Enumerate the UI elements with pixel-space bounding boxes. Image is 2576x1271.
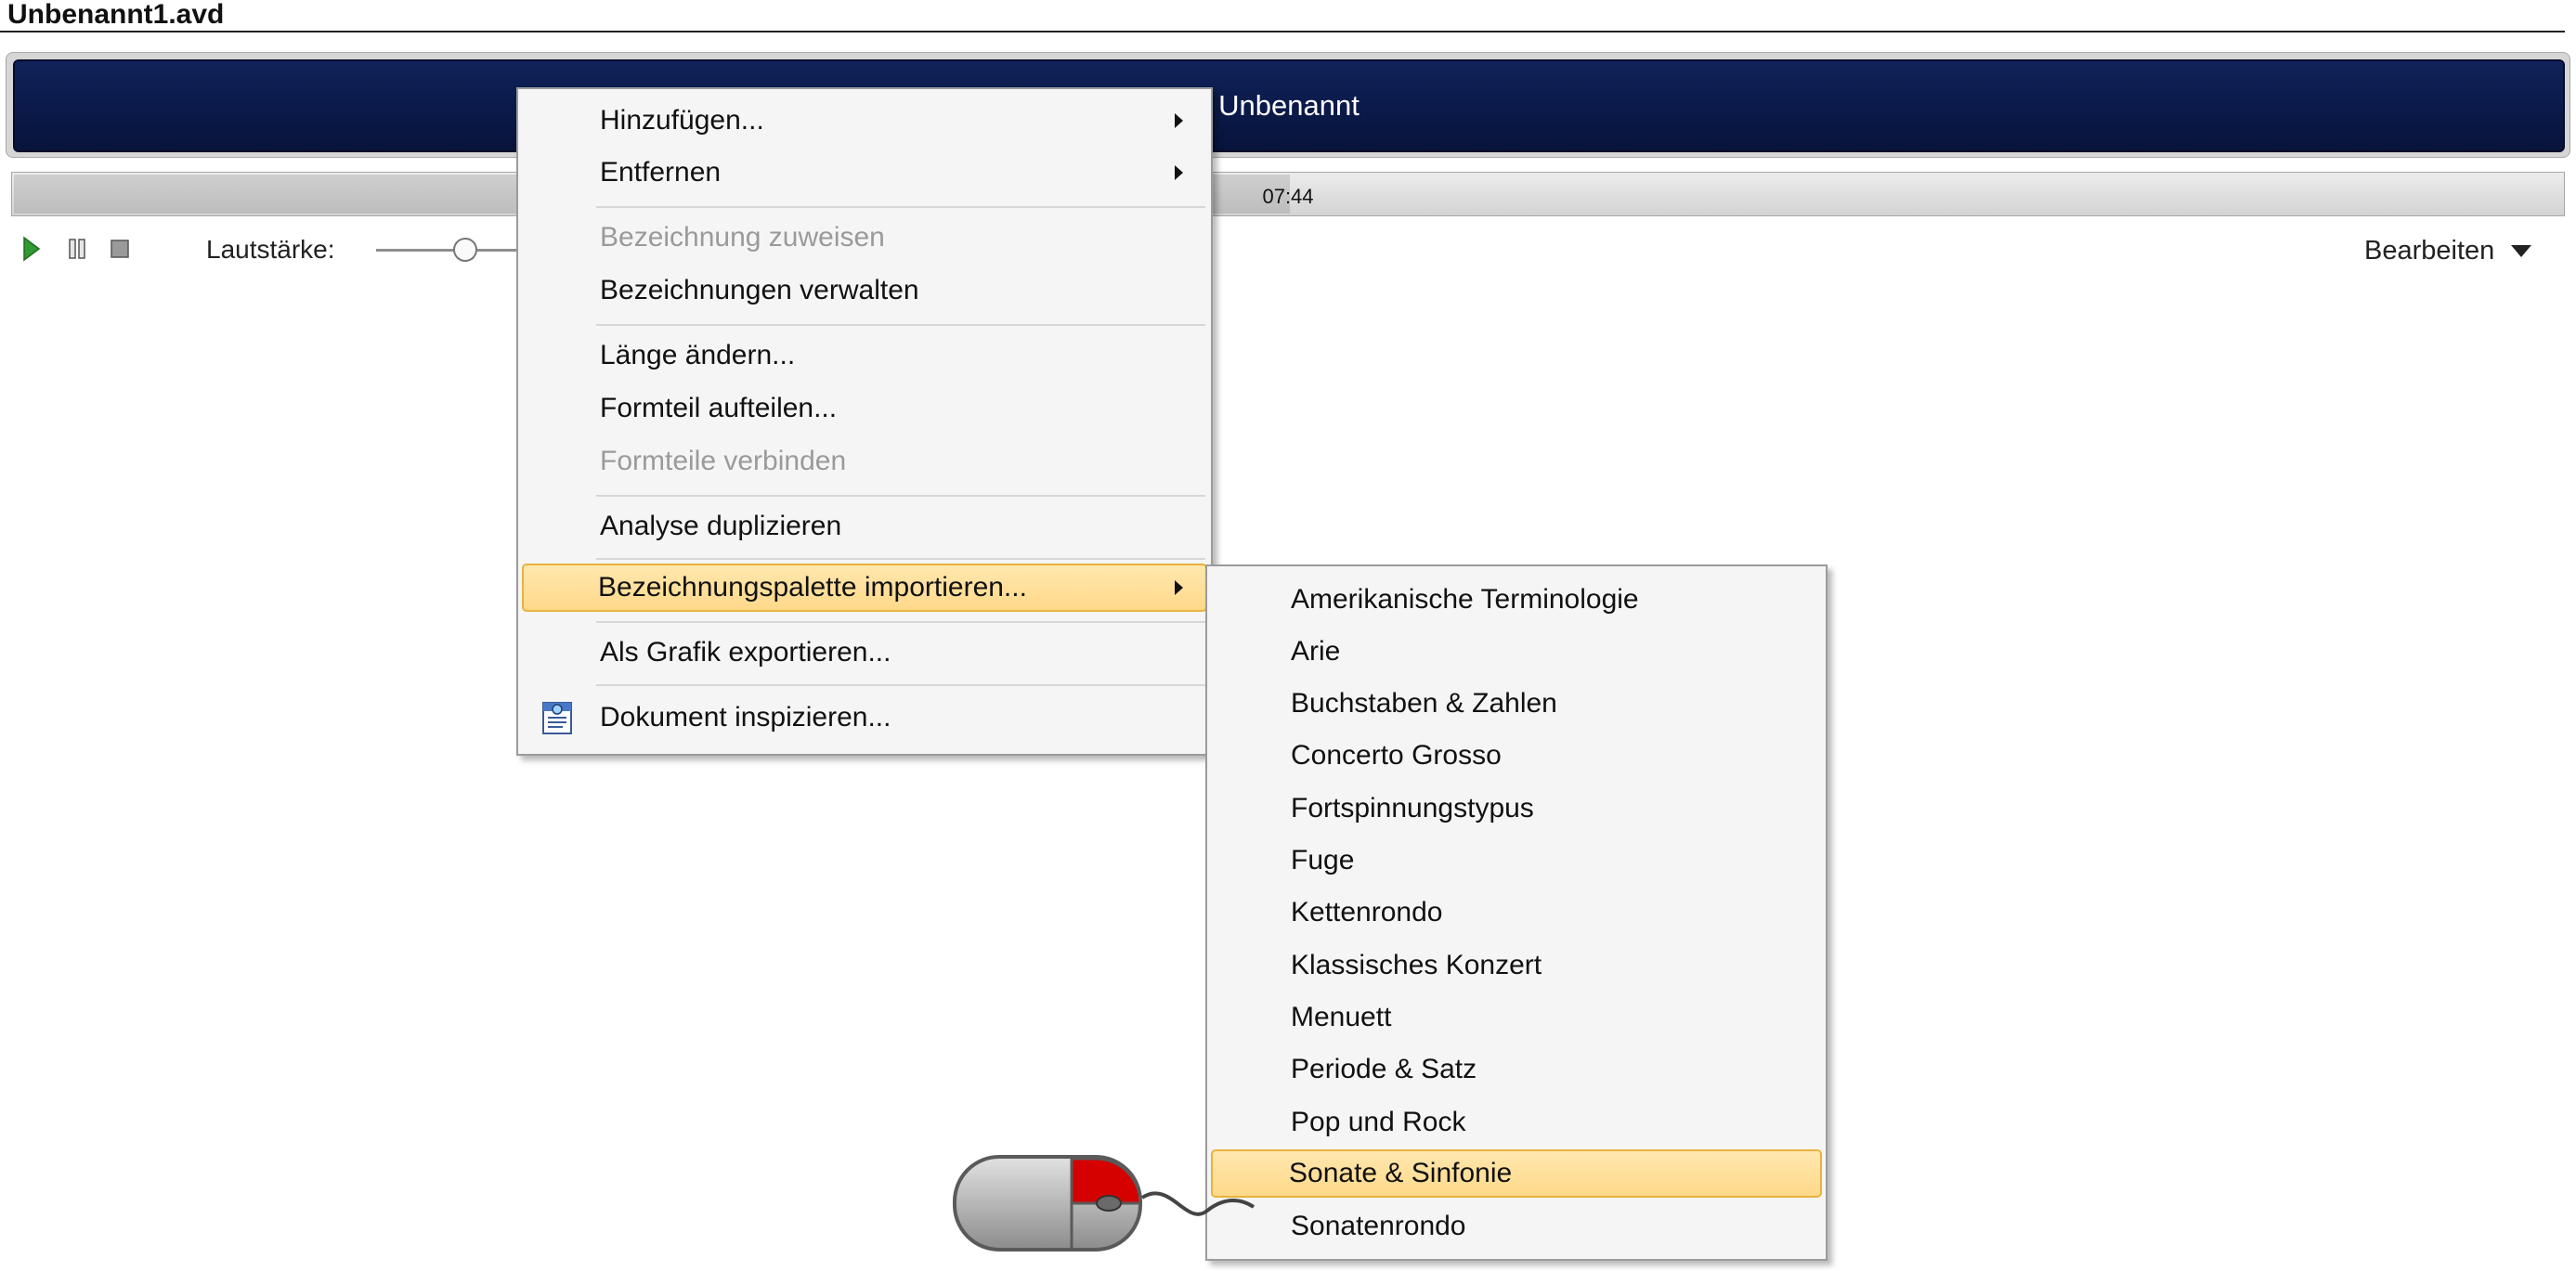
menu-item-label: Formteil aufteilen... bbox=[600, 393, 838, 423]
menu-item-label: Dokument inspizieren... bbox=[600, 702, 891, 733]
menu-item-label: Bezeichnungspalette importieren... bbox=[598, 572, 1027, 603]
play-icon[interactable] bbox=[22, 236, 41, 262]
submenu-item-label: Buchstaben & Zahlen bbox=[1291, 688, 1557, 719]
submenu-item[interactable]: Kettenrondo bbox=[1211, 888, 1822, 937]
context-menu: Hinzufügen... Entfernen Bezeichnung zuwe… bbox=[516, 87, 1213, 756]
menu-separator bbox=[596, 206, 1205, 208]
submenu-item[interactable]: Concerto Grosso bbox=[1211, 732, 1822, 780]
submenu-item-label: Menuett bbox=[1291, 1002, 1392, 1032]
menu-item-label: Länge ändern... bbox=[600, 340, 796, 370]
submenu-item-label: Sonatenrondo bbox=[1291, 1211, 1466, 1241]
submenu-item-label: Sonate & Sinfonie bbox=[1289, 1158, 1513, 1188]
menu-item-inspect-document[interactable]: Dokument inspizieren... bbox=[522, 694, 1207, 742]
menu-item-label: Entfernen bbox=[600, 157, 722, 188]
submenu-arrow-icon bbox=[1175, 165, 1183, 180]
submenu-item-label: Klassisches Konzert bbox=[1291, 950, 1542, 980]
menu-item-add[interactable]: Hinzufügen... bbox=[522, 97, 1207, 145]
menu-separator bbox=[596, 324, 1205, 326]
volume-label: Lautstärke: bbox=[206, 235, 335, 264]
volume-slider-track[interactable] bbox=[376, 249, 520, 252]
chevron-down-icon bbox=[2511, 244, 2532, 257]
document-title: Unbenannt1.avd bbox=[7, 0, 225, 30]
menu-item-label: Hinzufügen... bbox=[600, 105, 764, 136]
menu-item-import-label-palette[interactable]: Bezeichnungspalette importieren... bbox=[522, 564, 1207, 612]
submenu-item-label: Periode & Satz bbox=[1291, 1054, 1477, 1084]
piece-title-bar[interactable]: Unbenannt bbox=[13, 59, 2565, 152]
menu-item-label: Als Grafik exportieren... bbox=[600, 637, 891, 668]
edit-menu-label: Bearbeiten bbox=[2364, 235, 2495, 266]
submenu-item[interactable]: Klassisches Konzert bbox=[1211, 941, 1822, 990]
submenu-item[interactable]: Menuett bbox=[1211, 993, 1822, 1042]
submenu-item-label: Fortspinnungstypus bbox=[1291, 793, 1534, 824]
menu-separator bbox=[596, 558, 1205, 560]
playback-progress-bar[interactable]: 07:44 bbox=[11, 172, 2565, 216]
submenu-item-label: Arie bbox=[1291, 636, 1341, 667]
menu-item-split-section[interactable]: Formteil aufteilen... bbox=[522, 384, 1207, 433]
submenu-item-label: Fuge bbox=[1291, 845, 1355, 875]
submenu-arrow-icon bbox=[1175, 113, 1183, 128]
submenu-item-selected[interactable]: Sonate & Sinfonie bbox=[1211, 1149, 1822, 1198]
menu-item-label: Bezeichnungen verwalten bbox=[600, 275, 919, 305]
menu-item-manage-labels[interactable]: Bezeichnungen verwalten bbox=[522, 266, 1207, 315]
menu-separator bbox=[596, 621, 1205, 623]
submenu-item[interactable]: Fuge bbox=[1211, 837, 1822, 885]
submenu-arrow-icon bbox=[1175, 580, 1183, 595]
menu-item-change-length[interactable]: Länge ändern... bbox=[522, 331, 1207, 380]
menu-item-duplicate-analysis[interactable]: Analyse duplizieren bbox=[522, 502, 1207, 551]
menu-item-label: Bezeichnung zuweisen bbox=[600, 222, 885, 253]
submenu-item-label: Pop und Rock bbox=[1291, 1107, 1466, 1137]
menu-item-remove[interactable]: Entfernen bbox=[522, 149, 1207, 197]
menu-item-assign-label[interactable]: Bezeichnung zuweisen bbox=[522, 214, 1207, 262]
menu-item-join-sections[interactable]: Formteile verbinden bbox=[522, 437, 1207, 486]
volume-slider-thumb[interactable] bbox=[453, 238, 478, 262]
submenu-item-label: Concerto Grosso bbox=[1291, 740, 1502, 771]
submenu-item[interactable]: Sonatenrondo bbox=[1211, 1202, 1822, 1251]
submenu-item-label: Amerikanische Terminologie bbox=[1291, 584, 1639, 615]
mouse-left-click-icon bbox=[953, 1155, 1255, 1252]
menu-item-label: Analyse duplizieren bbox=[600, 511, 842, 541]
menu-item-export-graphic[interactable]: Als Grafik exportieren... bbox=[522, 629, 1207, 677]
label-palette-submenu: Amerikanische Terminologie Arie Buchstab… bbox=[1205, 564, 1828, 1261]
submenu-item[interactable]: Arie bbox=[1211, 628, 1822, 676]
edit-menu-button[interactable]: Bearbeiten bbox=[2364, 232, 2532, 269]
menu-item-label: Formteile verbinden bbox=[600, 446, 847, 476]
submenu-item-label: Kettenrondo bbox=[1291, 897, 1443, 927]
submenu-item[interactable]: Periode & Satz bbox=[1211, 1045, 1822, 1094]
pause-icon[interactable] bbox=[67, 238, 87, 260]
document-inspect-icon bbox=[542, 702, 572, 734]
menu-separator bbox=[596, 684, 1205, 686]
submenu-item[interactable]: Amerikanische Terminologie bbox=[1211, 576, 1822, 624]
submenu-item[interactable]: Fortspinnungstypus bbox=[1211, 785, 1822, 833]
menu-separator bbox=[596, 495, 1205, 497]
submenu-item[interactable]: Buchstaben & Zahlen bbox=[1211, 680, 1822, 728]
title-divider bbox=[0, 31, 2565, 32]
submenu-item[interactable]: Pop und Rock bbox=[1211, 1098, 1822, 1147]
playback-time: 07:44 bbox=[1262, 185, 1314, 208]
stop-icon[interactable] bbox=[110, 239, 130, 259]
